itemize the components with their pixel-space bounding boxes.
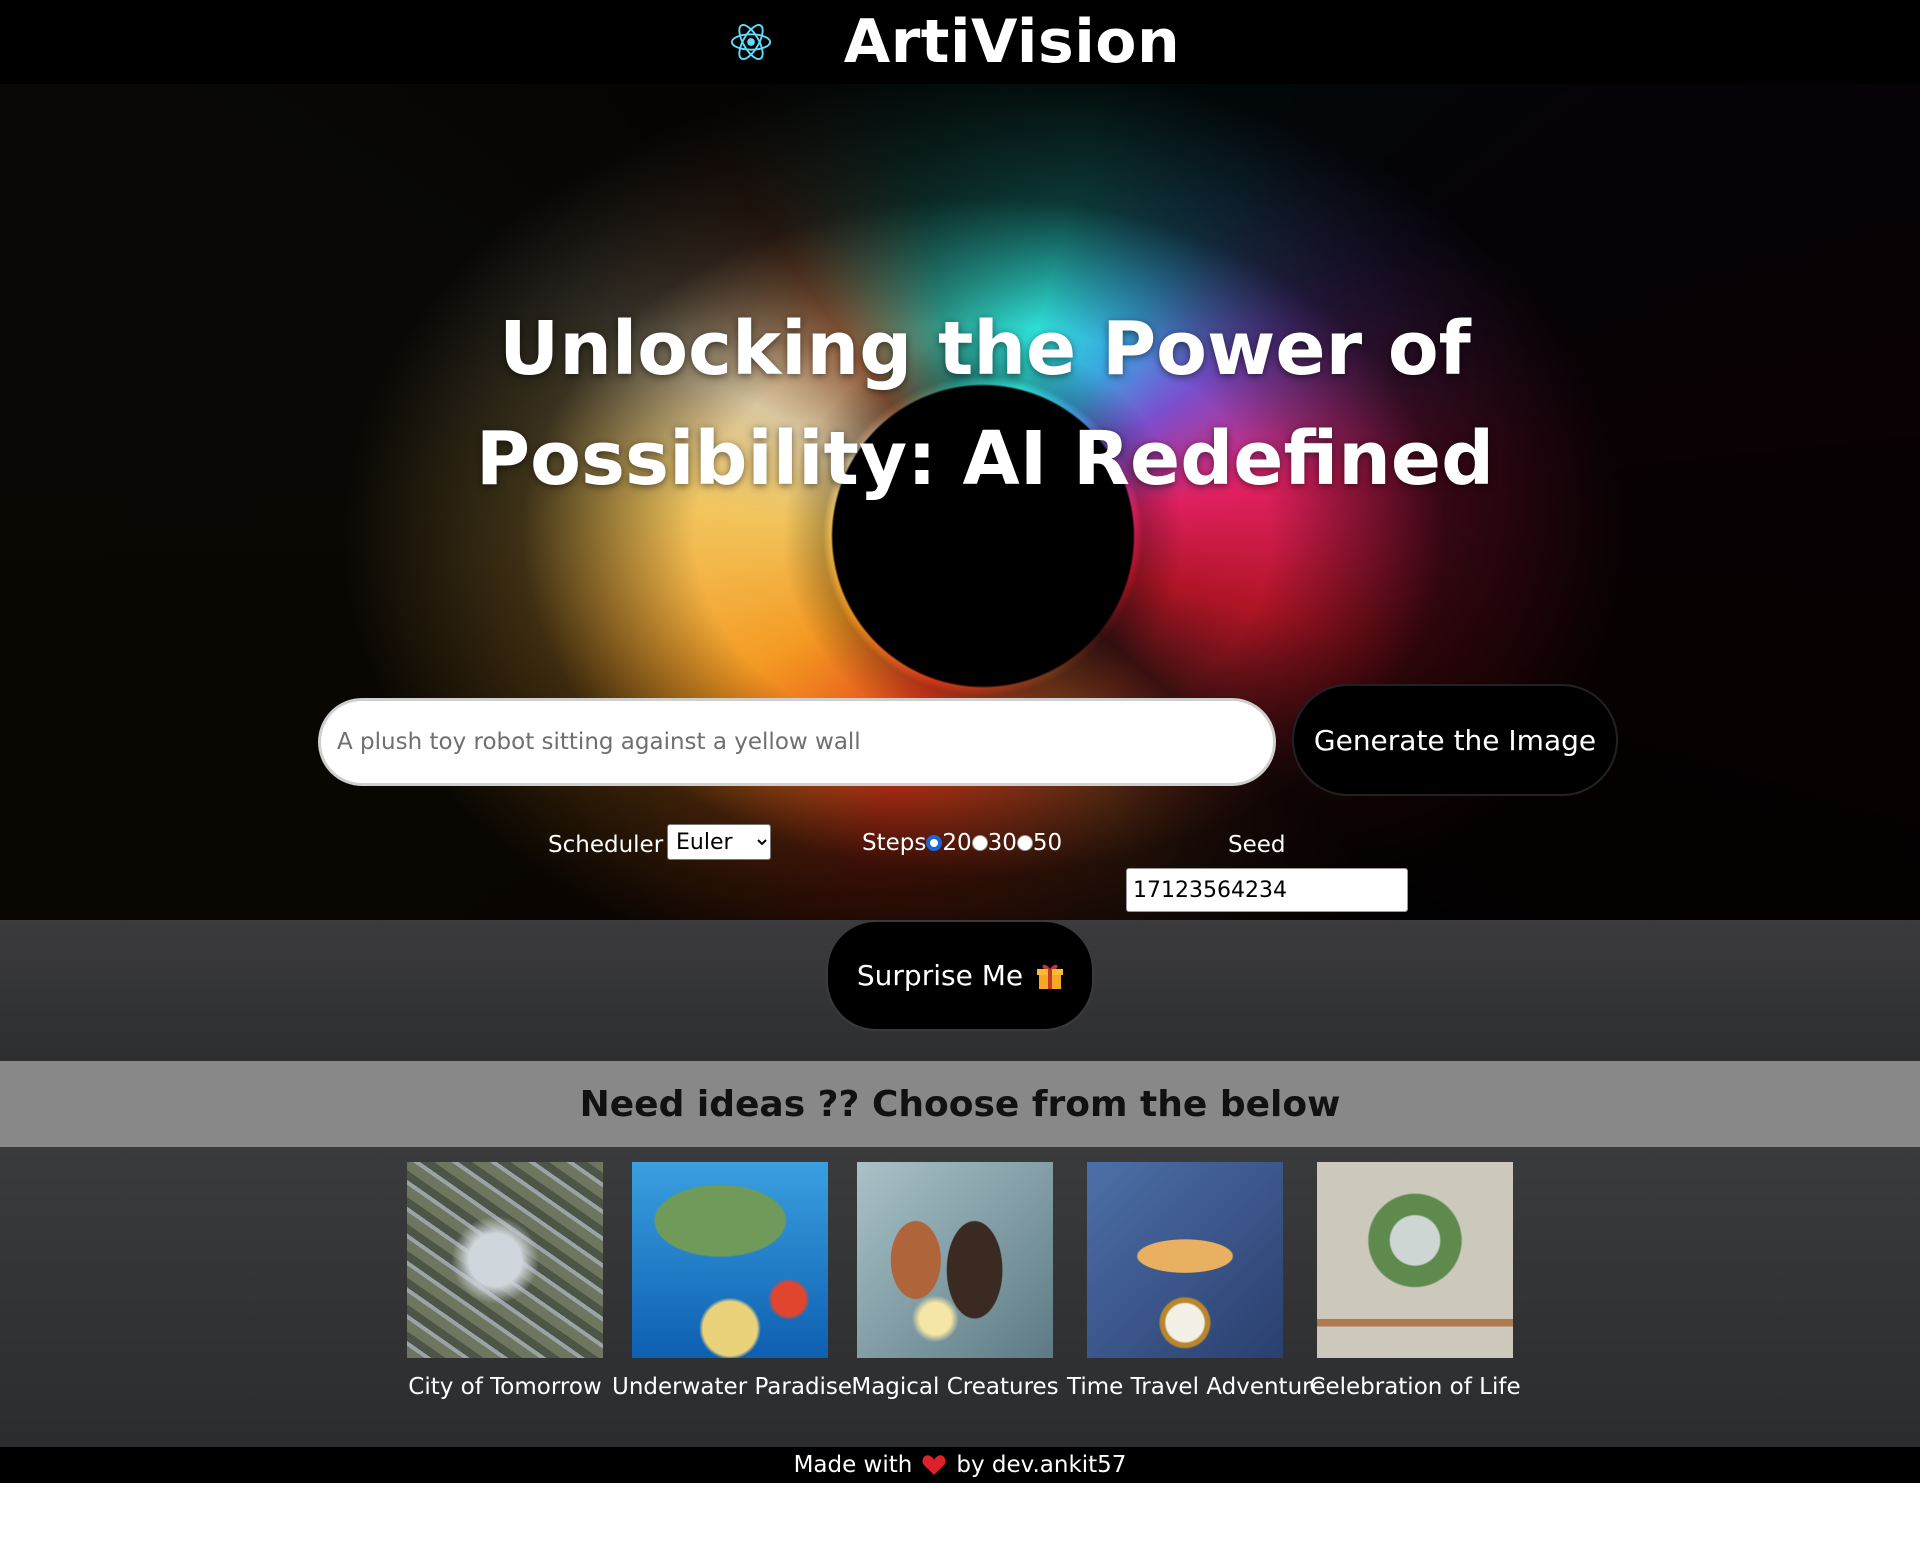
idea-thumbnail[interactable] (407, 1162, 603, 1358)
idea-caption[interactable]: Magical Creatures (837, 1374, 1073, 1400)
idea-thumbnail[interactable] (1317, 1162, 1513, 1358)
hero-title: Unlocking the Power of Possibility: AI R… (475, 306, 1495, 502)
idea-caption[interactable]: Celebration of Life (1297, 1374, 1533, 1400)
generation-controls: Scheduler Euler Steps 20 30 50 Seed (0, 824, 1920, 914)
steps-radio-20[interactable] (926, 835, 943, 851)
idea-card-celebration-of-life[interactable]: Celebration of Life (1309, 1162, 1521, 1400)
idea-card-time-travel-adventure[interactable]: Time Travel Adventure (1067, 1162, 1325, 1400)
react-atom-icon[interactable] (728, 19, 774, 65)
hero-section: Unlocking the Power of Possibility: AI R… (0, 84, 1920, 920)
generate-image-button[interactable]: Generate the Image (1292, 684, 1618, 796)
steps-label: Steps (862, 830, 927, 856)
app-header: ArtiVision (0, 0, 1920, 84)
surprise-section: Surprise Me (0, 920, 1920, 1061)
idea-card-underwater-paradise[interactable]: Underwater Paradise (612, 1162, 852, 1400)
prompt-input[interactable] (318, 698, 1276, 786)
app-title[interactable]: ArtiVision (844, 7, 1180, 77)
scheduler-select[interactable]: Euler (667, 824, 771, 860)
footer: Made with by dev.ankit57 (0, 1447, 1920, 1483)
ideas-gallery: City of Tomorrow Underwater Paradise Mag… (0, 1147, 1920, 1447)
surprise-me-label: Surprise Me (856, 959, 1024, 992)
idea-card-city-of-tomorrow[interactable]: City of Tomorrow (407, 1162, 603, 1400)
seed-input[interactable] (1126, 868, 1408, 912)
steps-radio-50[interactable] (1016, 835, 1033, 851)
steps-radio-group: Steps 20 30 50 (862, 830, 1062, 856)
idea-thumbnail[interactable] (1087, 1162, 1283, 1358)
idea-thumbnail[interactable] (632, 1162, 828, 1358)
steps-option-30-label: 30 (987, 830, 1017, 856)
idea-caption[interactable]: Time Travel Adventure (1067, 1374, 1325, 1400)
ideas-heading: Need ideas ?? Choose from the below (579, 1083, 1341, 1125)
footer-author[interactable]: by dev.ankit57 (956, 1452, 1126, 1478)
gift-icon (1037, 964, 1064, 989)
ideas-banner: Need ideas ?? Choose from the below (0, 1061, 1920, 1147)
surprise-me-button[interactable]: Surprise Me (826, 920, 1094, 1031)
scheduler-label: Scheduler (548, 832, 664, 858)
heart-icon (922, 1455, 946, 1475)
steps-radio-30[interactable] (971, 835, 988, 851)
idea-card-magical-creatures[interactable]: Magical Creatures (851, 1162, 1059, 1400)
steps-option-50-label: 50 (1032, 830, 1063, 856)
idea-caption[interactable]: City of Tomorrow (387, 1374, 623, 1400)
steps-option-20-label: 20 (942, 830, 972, 856)
seed-label: Seed (1228, 832, 1286, 858)
idea-thumbnail[interactable] (857, 1162, 1053, 1358)
footer-prefix: Made with (793, 1452, 913, 1478)
idea-caption[interactable]: Underwater Paradise (612, 1374, 852, 1400)
